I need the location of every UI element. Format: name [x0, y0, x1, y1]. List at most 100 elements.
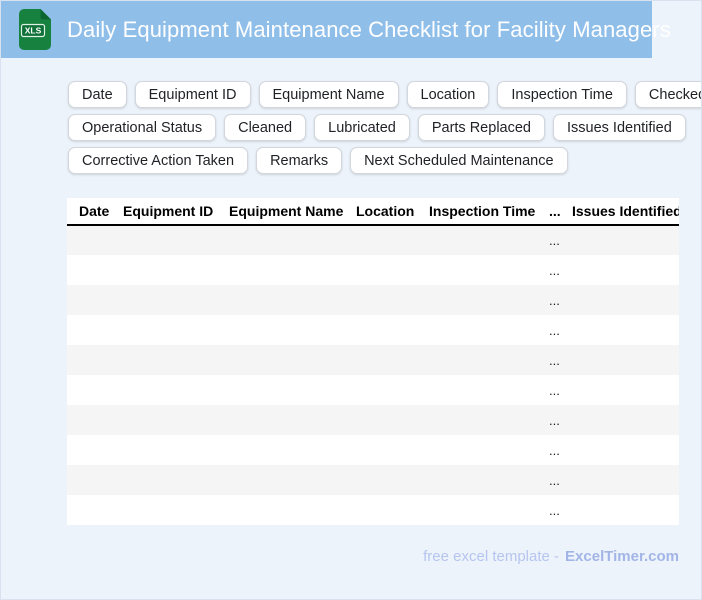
chip-inspection-time[interactable]: Inspection Time — [497, 81, 627, 108]
row-ellipsis-cell: ... — [549, 262, 560, 278]
table-row: ... — [67, 315, 679, 345]
row-ellipsis-cell: ... — [549, 412, 560, 428]
table-row: ... — [67, 405, 679, 435]
col-header-equipment-id: Equipment ID — [111, 198, 217, 226]
chip-operational-status[interactable]: Operational Status — [68, 114, 217, 141]
row-ellipsis-cell: ... — [549, 322, 560, 338]
row-empty-cell — [111, 345, 217, 375]
page: XLS Daily Equipment Maintenance Checklis… — [0, 0, 702, 600]
col-header-location: Location — [344, 198, 417, 226]
col-header-ellipsis: ... — [537, 198, 560, 226]
template-preview-table: Date Equipment ID Equipment Name Locatio… — [67, 198, 679, 525]
row-empty-cell — [344, 285, 417, 315]
row-empty-cell — [67, 285, 111, 315]
chip-checked-by[interactable]: Checked By — [634, 81, 701, 108]
row-empty-cell — [111, 495, 217, 525]
chip-remarks[interactable]: Remarks — [256, 147, 343, 174]
row-empty-cell — [344, 255, 417, 285]
row-empty-cell — [417, 465, 537, 495]
row-empty-cell — [111, 405, 217, 435]
header-banner: XLS Daily Equipment Maintenance Checklis… — [1, 1, 671, 58]
table-row: ... — [67, 225, 679, 255]
table-row: ... — [67, 255, 679, 285]
table-row: ... — [67, 435, 679, 465]
row-empty-cell — [67, 225, 111, 255]
xls-file-icon: XLS — [19, 9, 51, 50]
row-empty-cell — [67, 375, 111, 405]
row-empty-cell — [111, 315, 217, 345]
chip-date[interactable]: Date — [68, 81, 127, 108]
table-row: ... — [67, 495, 679, 525]
row-empty-cell — [560, 375, 679, 405]
row-empty-cell — [560, 315, 679, 345]
col-header-date: Date — [67, 198, 111, 226]
row-empty-cell — [344, 315, 417, 345]
row-ellipsis-cell: ... — [549, 233, 560, 248]
row-ellipsis-cell: ... — [549, 352, 560, 368]
footer-text: free excel template - — [423, 548, 560, 565]
row-empty-cell — [560, 465, 679, 495]
chip-lubricated[interactable]: Lubricated — [314, 114, 410, 141]
chip-location[interactable]: Location — [406, 81, 490, 108]
row-empty-cell — [111, 435, 217, 465]
row-ellipsis-cell: ... — [549, 502, 560, 518]
row-empty-cell — [67, 465, 111, 495]
table-row: ... — [67, 285, 679, 315]
row-empty-cell — [217, 345, 344, 375]
table-row: ... — [67, 465, 679, 495]
row-empty-cell — [344, 225, 417, 255]
row-empty-cell — [560, 225, 679, 255]
row-empty-cell — [67, 315, 111, 345]
col-header-inspection-time: Inspection Time — [417, 198, 537, 226]
row-empty-cell — [417, 375, 537, 405]
row-empty-cell — [217, 315, 344, 345]
row-empty-cell — [67, 495, 111, 525]
chip-equipment-id[interactable]: Equipment ID — [134, 81, 251, 108]
row-empty-cell — [344, 435, 417, 465]
chip-corrective-action-taken[interactable]: Corrective Action Taken — [68, 147, 249, 174]
row-empty-cell — [417, 435, 537, 465]
chip-parts-replaced[interactable]: Parts Replaced — [417, 114, 545, 141]
chip-next-scheduled-maintenance[interactable]: Next Scheduled Maintenance — [350, 147, 568, 174]
row-empty-cell — [560, 255, 679, 285]
row-empty-cell — [67, 435, 111, 465]
footer-brand-link[interactable]: ExcelTimer.com — [565, 548, 679, 565]
row-empty-cell — [67, 405, 111, 435]
row-empty-cell — [417, 345, 537, 375]
col-header-equipment-name: Equipment Name — [217, 198, 344, 226]
row-empty-cell — [344, 375, 417, 405]
row-empty-cell — [67, 345, 111, 375]
chip-row-1: Date Equipment ID Equipment Name Locatio… — [68, 81, 701, 108]
row-empty-cell — [217, 465, 344, 495]
row-empty-cell — [560, 285, 679, 315]
chip-equipment-name[interactable]: Equipment Name — [258, 81, 399, 108]
row-empty-cell — [217, 375, 344, 405]
row-empty-cell — [111, 225, 217, 255]
chip-issues-identified[interactable]: Issues Identified — [552, 114, 686, 141]
row-empty-cell — [217, 435, 344, 465]
row-ellipsis-cell: ... — [549, 292, 560, 308]
row-empty-cell — [560, 435, 679, 465]
row-empty-cell — [67, 255, 111, 285]
column-chips: Date Equipment ID Equipment Name Locatio… — [68, 81, 701, 174]
chip-cleaned[interactable]: Cleaned — [224, 114, 307, 141]
row-empty-cell — [111, 465, 217, 495]
row-empty-cell — [111, 375, 217, 405]
row-ellipsis-cell: ... — [549, 382, 560, 398]
svg-text:XLS: XLS — [25, 26, 42, 36]
row-empty-cell — [417, 225, 537, 255]
row-empty-cell — [417, 315, 537, 345]
col-header-issues-identified: Issues Identified — [560, 198, 679, 226]
row-empty-cell — [417, 405, 537, 435]
row-empty-cell — [217, 405, 344, 435]
row-empty-cell — [560, 495, 679, 525]
row-empty-cell — [217, 285, 344, 315]
table-row: ... — [67, 375, 679, 405]
row-empty-cell — [344, 345, 417, 375]
chip-row-3: Corrective Action Taken Remarks Next Sch… — [68, 147, 698, 174]
row-ellipsis-cell: ... — [549, 472, 560, 488]
table-header-row: Date Equipment ID Equipment Name Locatio… — [67, 198, 679, 226]
row-empty-cell — [111, 285, 217, 315]
row-empty-cell — [560, 405, 679, 435]
row-empty-cell — [217, 225, 344, 255]
